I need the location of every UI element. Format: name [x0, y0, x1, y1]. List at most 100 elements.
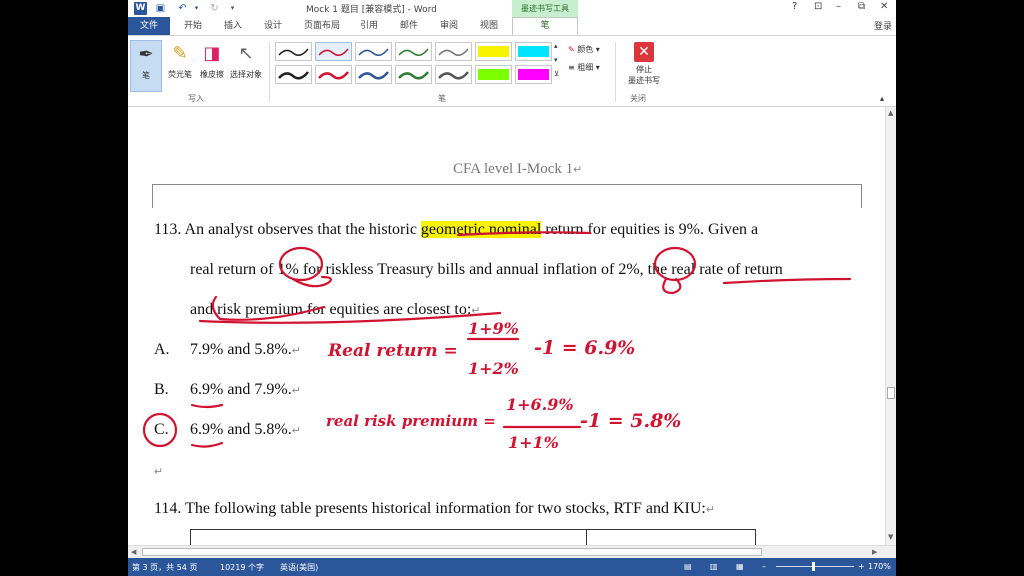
ink-real-return-result: -1 = 6.9%	[534, 337, 636, 359]
maximize-icon[interactable]: ⧉	[858, 1, 865, 12]
tab-view[interactable]: 视图	[480, 19, 498, 33]
highlighter-swatch-green[interactable]	[475, 65, 512, 84]
stop-inking-button[interactable]: ✕ 停止 墨迹书写	[624, 40, 664, 92]
page-count[interactable]: 第 3 页，共 54 页	[132, 562, 197, 573]
pen-color-icon: ✎	[568, 45, 575, 54]
ribbon-display-icon[interactable]: ⊡	[814, 1, 822, 12]
horizontal-scroll-thumb[interactable]	[142, 548, 762, 556]
ink-tools-context-tab: 墨迹书写工具	[512, 0, 578, 17]
zoom-in-icon[interactable]: +	[858, 562, 865, 571]
ribbon-pen: ✒ 笔 ✎ 荧光笔 ◨ 橡皮擦 ↖ 选择对象 写入 ▴ ▾ ⊻ ✎ 颜色 ▾ ≡…	[128, 35, 896, 107]
group-write-label: 写入	[188, 94, 204, 103]
pen-icon: ✒	[138, 44, 154, 65]
pen-button[interactable]: ✒ 笔	[130, 40, 162, 92]
highlighter-label: 荧光笔	[168, 70, 192, 79]
pen-swatch-red-thick[interactable]	[315, 65, 352, 84]
pen-swatch-green-thin[interactable]	[395, 42, 432, 61]
thickness-dropdown[interactable]: ≡ 粗细 ▾	[568, 62, 600, 73]
eraser-icon: ◨	[203, 43, 221, 64]
undo-dropdown-icon[interactable]: ▾	[190, 2, 203, 15]
read-mode-icon[interactable]: ▤	[684, 562, 692, 571]
web-layout-icon[interactable]: ▦	[736, 562, 744, 571]
scroll-down-icon[interactable]: ▼	[888, 533, 893, 541]
ink-circle-2pct	[653, 246, 697, 282]
ink-squiggle-2pct	[662, 277, 682, 295]
tab-home[interactable]: 开始	[184, 19, 202, 33]
gallery-expand-icon[interactable]: ⊻	[554, 70, 559, 78]
tab-design[interactable]: 设计	[264, 19, 282, 33]
highlighter-swatch-magenta[interactable]	[515, 65, 552, 84]
thickness-label: 粗细	[577, 63, 594, 72]
help-icon[interactable]: ?	[792, 1, 797, 12]
word-count[interactable]: 10219 个字	[220, 562, 264, 573]
tab-pen[interactable]: 笔	[512, 17, 578, 35]
stop-icon: ✕	[634, 42, 654, 62]
pen-swatch-blue-thick[interactable]	[355, 65, 392, 84]
scroll-left-icon[interactable]: ◀	[131, 548, 136, 556]
ink-real-return-label: Real return =	[328, 341, 458, 361]
zoom-slider[interactable]	[776, 566, 854, 567]
login-link[interactable]: 登录	[874, 19, 892, 32]
print-layout-icon[interactable]: ▥	[710, 562, 718, 571]
select-objects-button[interactable]: ↖ 选择对象	[228, 40, 264, 92]
ink-risk-premium-result: -1 = 5.8%	[580, 410, 682, 432]
cursor-icon: ↖	[238, 43, 254, 64]
pen-swatch-blue-thin[interactable]	[355, 42, 392, 61]
color-label: 颜色	[577, 45, 594, 54]
thickness-icon: ≡	[568, 63, 575, 72]
pen-swatch-gray-thin[interactable]	[435, 42, 472, 61]
scroll-up-icon[interactable]: ▲	[888, 109, 893, 117]
save-icon[interactable]: ▣	[154, 2, 167, 15]
title-bar: W ▣ ↶ ▾ ↻ ▾ Mock 1 题目 [兼容模式] - Word 墨迹书写…	[128, 0, 896, 17]
pen-swatch-gray-thick[interactable]	[435, 65, 472, 84]
vertical-scrollbar[interactable]: ▲ ▼	[885, 107, 896, 545]
ink-real-return-numerator: 1+9%	[468, 319, 519, 338]
ink-underline-real-rate	[722, 277, 852, 285]
gallery-scroll-down-icon[interactable]: ▾	[554, 56, 558, 64]
tab-references[interactable]: 引用	[360, 19, 378, 33]
pen-swatch-red-thin[interactable]	[315, 42, 352, 61]
ink-underline-option-c	[190, 441, 224, 448]
ink-underline-geometric-nominal	[456, 231, 592, 237]
tab-file[interactable]: 文件	[128, 17, 170, 35]
ink-underline-line3	[198, 311, 502, 324]
highlighter-swatch-cyan[interactable]	[515, 42, 552, 61]
pen-swatch-black-thick[interactable]	[275, 65, 312, 84]
close-icon[interactable]: ✕	[880, 1, 888, 12]
highlighter-swatch-yellow[interactable]	[475, 42, 512, 61]
tab-mailings[interactable]: 邮件	[400, 19, 418, 33]
highlighter-button[interactable]: ✎ 荧光笔	[164, 40, 196, 92]
tab-review[interactable]: 审阅	[440, 19, 458, 33]
redo-icon[interactable]: ↻	[208, 2, 221, 15]
scroll-right-icon[interactable]: ▶	[872, 548, 877, 556]
vertical-scroll-thumb[interactable]	[887, 387, 895, 399]
word-window: W ▣ ↶ ▾ ↻ ▾ Mock 1 题目 [兼容模式] - Word 墨迹书写…	[128, 0, 896, 576]
tab-insert[interactable]: 插入	[224, 19, 242, 33]
ink-risk-premium-label: real risk premium =	[326, 412, 496, 430]
pen-button-label: 笔	[142, 71, 150, 80]
undo-icon[interactable]: ↶	[176, 2, 189, 15]
window-title: Mock 1 题目 [兼容模式] - Word	[306, 5, 437, 15]
select-objects-label: 选择对象	[230, 70, 262, 79]
pen-swatch-black-thin[interactable]	[275, 42, 312, 61]
collapse-ribbon-icon[interactable]: ▴	[880, 94, 884, 103]
pen-swatch-green-thick[interactable]	[395, 65, 432, 84]
zoom-out-icon[interactable]: –	[762, 562, 766, 571]
ribbon-separator	[269, 42, 270, 102]
horizontal-scrollbar[interactable]: ◀ ▶	[128, 545, 896, 558]
customize-toolbar-icon[interactable]: ▾	[226, 2, 239, 15]
ribbon-separator	[615, 42, 616, 102]
gallery-scroll-up-icon[interactable]: ▴	[554, 42, 558, 50]
minimize-icon[interactable]: –	[836, 1, 841, 12]
zoom-slider-thumb[interactable]	[812, 562, 815, 571]
group-close-label: 关闭	[630, 94, 646, 103]
highlighter-icon: ✎	[172, 43, 188, 64]
document-page[interactable]: CFA level I-Mock 1↵ 113. An analyst obse…	[128, 107, 885, 545]
color-dropdown[interactable]: ✎ 颜色 ▾	[568, 44, 600, 55]
ink-real-return-denominator: 1+2%	[468, 359, 519, 378]
language-indicator[interactable]: 英语(美国)	[280, 562, 318, 573]
eraser-button[interactable]: ◨ 橡皮擦	[196, 40, 228, 92]
ink-circle-option-c	[142, 412, 178, 448]
tab-page-layout[interactable]: 页面布局	[304, 19, 340, 33]
zoom-level[interactable]: 170%	[868, 562, 891, 571]
